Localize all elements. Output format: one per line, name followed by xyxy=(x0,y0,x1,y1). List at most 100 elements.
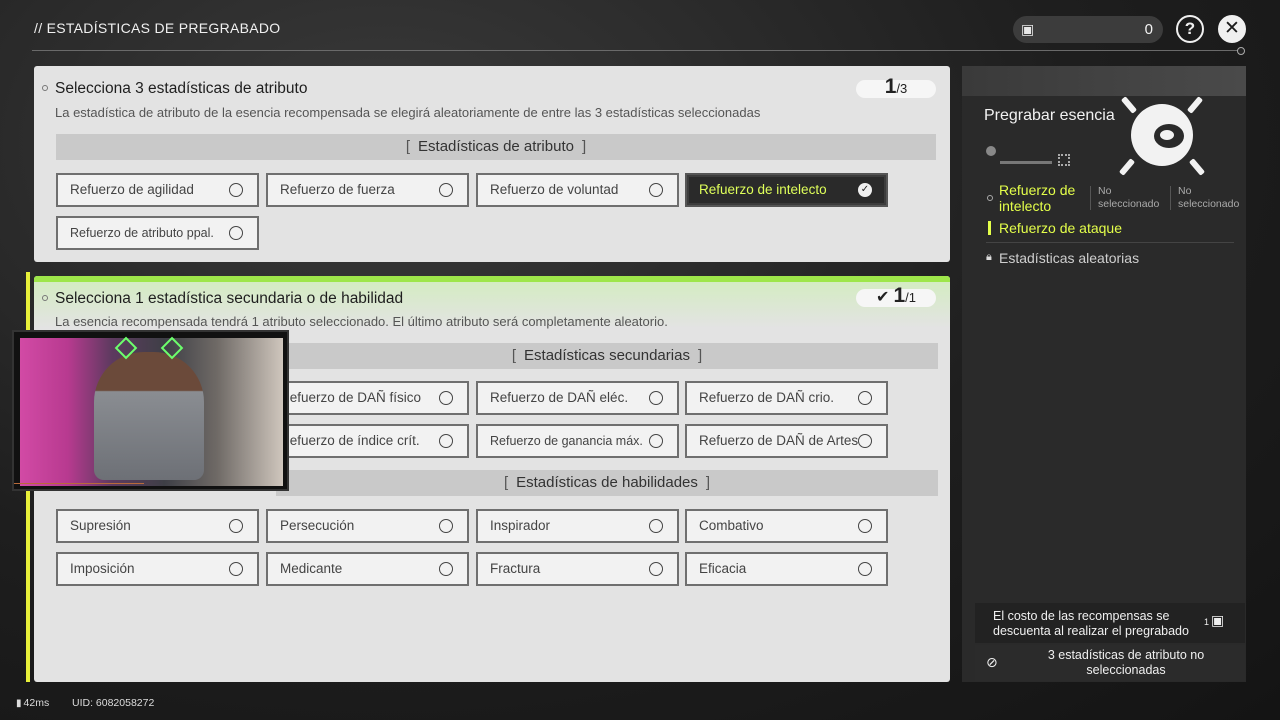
attribute-counter-total: /3 xyxy=(896,81,908,96)
option-label: Refuerzo de índice crít. xyxy=(280,433,420,448)
radio-icon xyxy=(439,562,453,576)
secondary-counter-total: /1 xyxy=(905,290,916,305)
option-main-attribute[interactable]: Refuerzo de atributo ppal. xyxy=(56,216,259,250)
option-label: Supresión xyxy=(70,518,131,533)
slot-separator xyxy=(1090,186,1091,210)
radio-icon xyxy=(439,391,453,405)
radio-icon xyxy=(439,519,453,533)
footer: ▮ 42ms UID: 6082058272 xyxy=(16,697,154,709)
secondary-panel-title: Selecciona 1 estadística secundaria o de… xyxy=(55,290,404,307)
option-label: Refuerzo de atributo ppal. xyxy=(70,226,214,240)
radio-icon xyxy=(858,434,872,448)
random-stats-label: Estadísticas aleatorias xyxy=(999,250,1140,266)
attribute-panel-description: La estadística de atributo de la esencia… xyxy=(55,105,761,120)
option-inspiring[interactable]: Inspirador xyxy=(476,509,679,543)
attribute-counter: 1/3 xyxy=(856,75,936,98)
currency-display: ▣ 0 xyxy=(1013,16,1163,43)
radio-icon xyxy=(649,562,663,576)
option-cryo-dmg[interactable]: Refuerzo de DAÑ crio. xyxy=(685,381,888,415)
streamer-figure xyxy=(94,352,204,480)
essence-meta-dot xyxy=(986,146,996,156)
slot-separator xyxy=(1170,186,1171,210)
secondary-panel-description: La esencia recompensada tendrá 1 atribut… xyxy=(55,314,668,329)
warning-text: 3 estadísticas de atributo no selecciona… xyxy=(1047,648,1205,677)
option-label: Refuerzo de DAÑ crio. xyxy=(699,390,835,405)
user-id: UID: 6082058272 xyxy=(72,697,155,709)
help-button[interactable]: ? xyxy=(1176,15,1204,43)
lock-icon: 🔒︎ xyxy=(986,251,992,263)
forbidden-icon: ⊘ xyxy=(986,654,998,670)
option-label: Refuerzo de voluntad xyxy=(490,182,619,197)
ticket-icon: ▣ xyxy=(1021,21,1035,37)
skill-section-label: Estadísticas de habilidades xyxy=(516,474,698,491)
radio-icon xyxy=(649,183,663,197)
cost-notice: El costo de las recompensas se descuenta… xyxy=(975,603,1245,643)
option-max-gain[interactable]: Refuerzo de ganancia máx. xyxy=(476,424,679,458)
confirm-button[interactable]: ⊘ 3 estadísticas de atributo no seleccio… xyxy=(975,645,1245,681)
radio-icon xyxy=(858,519,872,533)
option-agility[interactable]: Refuerzo de agilidad xyxy=(56,173,259,207)
radio-icon xyxy=(439,434,453,448)
secondary-section-label: Estadísticas secundarias xyxy=(524,347,690,364)
check-circle-icon: ✔ xyxy=(876,289,890,306)
secondary-selected-stat: Refuerzo de ataque xyxy=(999,220,1122,236)
option-label: Eficacia xyxy=(699,561,747,576)
cost-amount: 1 xyxy=(1204,617,1210,627)
close-button[interactable]: ✕ xyxy=(1218,15,1246,43)
option-suppression[interactable]: Supresión xyxy=(56,509,259,543)
ping-value: 42ms xyxy=(23,697,50,709)
attribute-panel-title: Selecciona 3 estadísticas de atributo xyxy=(55,80,308,97)
slot-empty-1: No seleccionado xyxy=(1098,185,1160,210)
currency-value: 0 xyxy=(1144,21,1153,38)
webcam-overlay xyxy=(12,330,289,491)
attribute-counter-current: 1 xyxy=(884,75,897,98)
option-will[interactable]: Refuerzo de voluntad xyxy=(476,173,679,207)
qr-icon xyxy=(1058,154,1070,166)
option-label: Refuerzo de intelecto xyxy=(699,182,827,197)
option-physical-dmg[interactable]: Refuerzo de DAÑ físico xyxy=(266,381,469,415)
ticket-icon: ▣ xyxy=(1211,612,1225,628)
option-crit-rate[interactable]: Refuerzo de índice crít. xyxy=(266,424,469,458)
option-label: Refuerzo de fuerza xyxy=(280,182,395,197)
option-medicant[interactable]: Medicante xyxy=(266,552,469,586)
option-combative[interactable]: Combativo xyxy=(685,509,888,543)
secondary-counter-current: 1 xyxy=(893,284,906,307)
header-divider-dot xyxy=(1237,47,1245,55)
option-efficacy[interactable]: Eficacia xyxy=(685,552,888,586)
secondary-section-header: [Estadísticas secundarias] xyxy=(276,343,938,369)
radio-icon xyxy=(229,183,243,197)
radio-icon xyxy=(229,562,243,576)
option-pursuit[interactable]: Persecución xyxy=(266,509,469,543)
option-strength[interactable]: Refuerzo de fuerza xyxy=(266,173,469,207)
option-intellect[interactable]: Refuerzo de intelecto ✓ xyxy=(685,173,888,207)
section-bullet-icon xyxy=(42,85,48,91)
slot-selected-attribute: Refuerzo de intelecto xyxy=(999,182,1076,214)
cost-text: El costo de las recompensas se descuenta… xyxy=(993,609,1189,638)
signal-icon: ▮ xyxy=(16,698,22,709)
option-label: Refuerzo de DAÑ de Artes xyxy=(699,433,859,448)
radio-icon xyxy=(439,183,453,197)
secondary-counter: ✔ 1/1 xyxy=(856,284,936,307)
option-label: Refuerzo de DAÑ físico xyxy=(280,390,422,405)
radio-icon xyxy=(229,519,243,533)
option-label: Refuerzo de ganancia máx. xyxy=(490,434,643,448)
radio-icon xyxy=(858,562,872,576)
slot-empty-2: No seleccionado xyxy=(1178,185,1240,210)
essence-meta-line xyxy=(1000,161,1052,164)
option-label: Combativo xyxy=(699,518,764,533)
header-divider xyxy=(32,50,1240,51)
option-imposition[interactable]: Imposición xyxy=(56,552,259,586)
option-label: Medicante xyxy=(280,561,343,576)
option-label: Refuerzo de DAÑ eléc. xyxy=(490,390,629,405)
top-bar: // ESTADÍSTICAS DE PREGRABADO ▣ 0 ? ✕ xyxy=(0,0,1280,56)
section-bullet-icon xyxy=(42,295,48,301)
option-arts-dmg[interactable]: Refuerzo de DAÑ de Artes xyxy=(685,424,888,458)
option-label: Fractura xyxy=(490,561,541,576)
option-electric-dmg[interactable]: Refuerzo de DAÑ eléc. xyxy=(476,381,679,415)
page-title: // ESTADÍSTICAS DE PREGRABADO xyxy=(34,20,281,36)
radio-icon xyxy=(649,434,663,448)
side-panel-title: Pregrabar esencia xyxy=(984,107,1115,124)
option-label: Refuerzo de agilidad xyxy=(70,182,194,197)
essence-emblem-icon xyxy=(1118,96,1206,176)
option-fracture[interactable]: Fractura xyxy=(476,552,679,586)
